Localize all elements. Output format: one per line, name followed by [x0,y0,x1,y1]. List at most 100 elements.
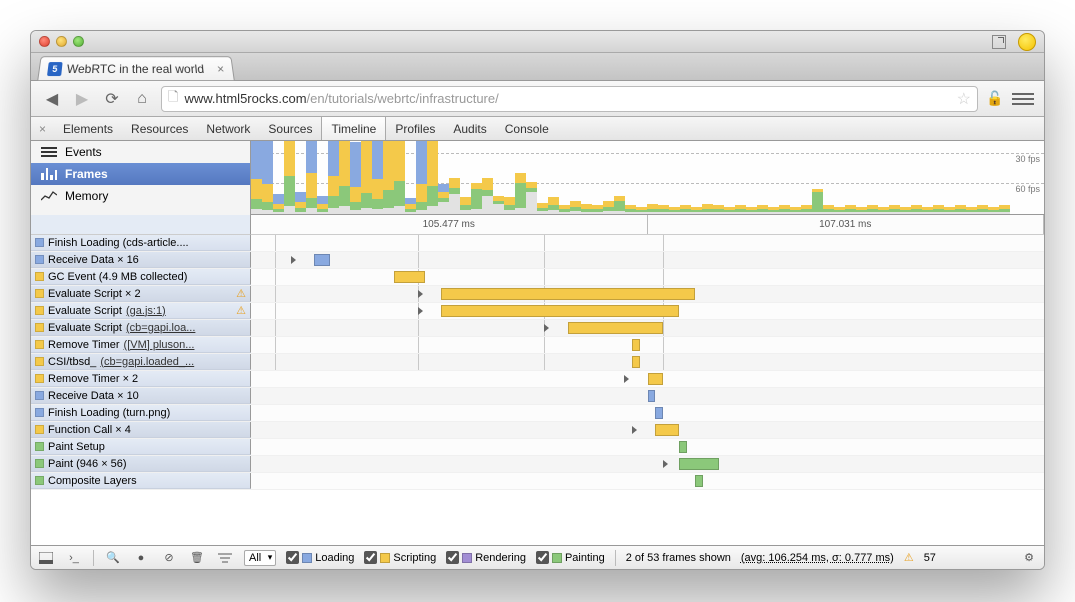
source-link[interactable]: (ga.js:1) [126,305,166,317]
expand-triangle-icon[interactable] [418,307,423,315]
timeline-bar[interactable] [441,305,679,317]
row-label: Finish Loading (cds-article.... [31,235,251,251]
timeline-bar[interactable] [568,322,663,334]
source-link[interactable]: (cb=gapi.loaded_... [100,356,194,368]
overview-bars [251,141,1044,214]
source-link[interactable]: (cb=gapi.loa... [126,322,195,334]
close-devtools-icon[interactable]: × [31,122,54,136]
fullscreen-icon[interactable] [992,35,1006,49]
category-swatch [35,357,44,366]
source-link[interactable]: ([VM] pluson... [124,339,195,351]
row-label: Remove Timer × 2 [31,371,251,387]
ruler-segment: 107.031 ms [648,215,1045,234]
timeline-row[interactable]: Receive Data × 10 [31,388,1044,405]
browser-tab[interactable]: 5 WebRTC in the real world × [37,56,234,80]
timeline-bar[interactable] [655,424,679,436]
timeline-bar[interactable] [648,390,656,402]
timeline-bar[interactable] [632,339,640,351]
timeline-row[interactable]: Receive Data × 16 [31,252,1044,269]
timeline-row[interactable]: Paint Setup [31,439,1044,456]
garbage-collect-button[interactable]: 🗑 [188,549,206,567]
expand-triangle-icon[interactable] [291,256,296,264]
hamburger-menu-button[interactable] [1012,88,1034,110]
time-ruler[interactable]: 105.477 ms 107.031 ms [251,215,1044,235]
painting-checkbox[interactable]: Painting [536,551,605,564]
sidebar-item-memory[interactable]: Memory [31,185,250,207]
timeline-row[interactable]: Evaluate Script (ga.js:1)⚠ [31,303,1044,320]
close-tab-icon[interactable]: × [216,62,225,76]
tab-audits[interactable]: Audits [444,117,495,140]
timeline-row[interactable]: Function Call × 4 [31,422,1044,439]
sidebar-label: Memory [65,189,108,203]
sidebar-item-events[interactable]: Events [31,141,250,163]
expand-triangle-icon[interactable] [544,324,549,332]
timeline-row[interactable]: Remove Timer ([VM] pluson... [31,337,1044,354]
timeline-row[interactable]: GC Event (4.9 MB collected) [31,269,1044,286]
row-lane [251,439,1044,455]
reload-button[interactable]: ⟳ [101,88,123,110]
scripting-checkbox[interactable]: Scripting [364,551,436,564]
sidebar-item-frames[interactable]: Frames [31,163,250,185]
row-lane [251,320,1044,336]
timeline-row[interactable]: Paint (946 × 56) [31,456,1044,473]
timeline-row[interactable]: Finish Loading (cds-article.... [31,235,1044,252]
filter-select[interactable]: All [244,550,276,566]
bookmark-star-icon[interactable]: ☆ [957,89,971,109]
devtools-body: Events Frames Memory 30 fps 60 fps [31,141,1044,545]
tab-timeline[interactable]: Timeline [321,117,386,140]
expand-triangle-icon[interactable] [663,460,668,468]
expand-triangle-icon[interactable] [632,426,637,434]
record-button[interactable]: ● [132,549,150,567]
settings-gear-icon[interactable]: ⚙ [1020,549,1038,567]
frames-shown-text: 2 of 53 frames shown [626,552,731,564]
timeline-bar[interactable] [441,288,695,300]
tab-sources[interactable]: Sources [259,117,321,140]
console-toggle-button[interactable]: ›_ [65,549,83,567]
tab-network[interactable]: Network [197,117,259,140]
tab-resources[interactable]: Resources [122,117,197,140]
tab-profiles[interactable]: Profiles [386,117,444,140]
timeline-row[interactable]: Remove Timer × 2 [31,371,1044,388]
category-swatch [35,459,44,468]
timeline-bar[interactable] [679,458,719,470]
timeline-bar[interactable] [394,271,426,283]
tab-console[interactable]: Console [496,117,558,140]
back-button[interactable]: ◀ [41,88,63,110]
minimize-window-button[interactable] [56,36,67,47]
events-icon [41,147,57,157]
rendering-checkbox[interactable]: Rendering [446,551,526,564]
window-titlebar [31,31,1044,53]
frames-overview[interactable]: 30 fps 60 fps [251,141,1044,215]
timeline-bar[interactable] [314,254,330,266]
row-lane [251,422,1044,438]
timeline-bar[interactable] [632,356,640,368]
close-window-button[interactable] [39,36,50,47]
category-swatch [35,306,44,315]
timeline-bar[interactable] [648,373,664,385]
extension-icon[interactable]: 🔓 [986,90,1004,108]
forward-button[interactable]: ▶ [71,88,93,110]
loading-checkbox[interactable]: Loading [286,551,354,564]
clear-button[interactable]: ⊘ [160,549,178,567]
timeline-bar[interactable] [655,407,663,419]
url-path: /en/tutorials/webrtc/infrastructure/ [307,91,499,106]
timeline-bar[interactable] [695,475,703,487]
home-button[interactable]: ⌂ [131,88,153,110]
filter-icon[interactable] [216,549,234,567]
category-swatch [35,425,44,434]
timeline-row[interactable]: Finish Loading (turn.png) [31,405,1044,422]
expand-triangle-icon[interactable] [624,375,629,383]
expand-triangle-icon[interactable] [418,290,423,298]
browser-toolbar: ◀ ▶ ⟳ ⌂ 🗋 www.html5rocks.com/en/tutorial… [31,81,1044,117]
url-bar[interactable]: 🗋 www.html5rocks.com/en/tutorials/webrtc… [161,86,978,112]
dock-button[interactable] [37,549,55,567]
timeline-row[interactable]: Evaluate Script (cb=gapi.loa... [31,320,1044,337]
timeline-row[interactable]: Evaluate Script × 2⚠ [31,286,1044,303]
timeline-bar[interactable] [679,441,687,453]
timeline-row[interactable]: CSI/tbsd_ (cb=gapi.loaded_... [31,354,1044,371]
warning-icon[interactable]: ⚠ [904,551,914,564]
search-icon[interactable]: 🔍 [104,549,122,567]
zoom-window-button[interactable] [73,36,84,47]
timeline-row[interactable]: Composite Layers [31,473,1044,490]
tab-elements[interactable]: Elements [54,117,122,140]
